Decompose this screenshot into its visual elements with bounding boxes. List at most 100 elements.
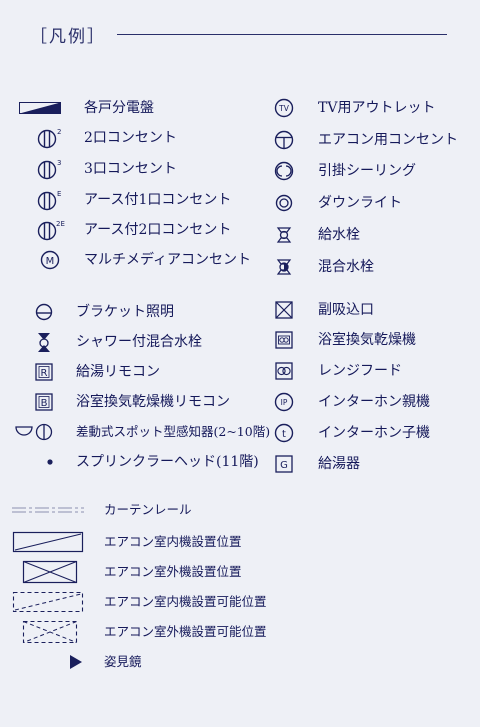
legend-item-ceiling-light: 引掛シーリング <box>260 157 480 185</box>
mirror-icon <box>56 648 96 676</box>
water-heater-icon: G <box>264 450 304 478</box>
legend-label: エアコン室外機設置可能位置 <box>104 624 267 639</box>
legend-label: ダウンライト <box>318 195 402 211</box>
legend-item-sprinkler: スプリンクラーヘッド(11階) <box>0 448 280 476</box>
legend-label: 副吸込口 <box>318 302 374 318</box>
aircon-indoor-possible-icon <box>12 588 84 616</box>
legend-item-aircon-indoor: エアコン室内機設置位置 <box>0 528 300 556</box>
legend-item-distribution-board: 各戸分電盤 <box>0 94 240 122</box>
aircon-indoor-icon <box>12 528 84 556</box>
outlet-sup: 2E <box>56 220 65 228</box>
legend-item-mixing-faucet: 混合水栓 <box>260 253 480 281</box>
legend-label: アース付1口コンセント <box>84 192 232 208</box>
legend-item-heat-detector: 差動式スポット型感知器(2~10階) <box>0 418 280 446</box>
legend-item-tv-outlet: TV TV用アウトレット <box>260 94 480 122</box>
legend-item-outlet-2: 2 2口コンセント <box>0 124 240 152</box>
bath-dryer-icon <box>264 326 304 354</box>
icon-letter: M <box>46 256 55 267</box>
legend-item-water-faucet: 給水栓 <box>260 221 480 249</box>
downlight-icon <box>264 189 304 217</box>
outlet-sup: 3 <box>57 159 61 167</box>
icon-letter: TV <box>278 104 290 113</box>
legend-item-aircon-outdoor-possible: エアコン室外機設置可能位置 <box>0 618 320 646</box>
outlet-2-icon: 2 <box>30 124 70 152</box>
legend-label: 姿見鏡 <box>104 654 142 669</box>
water-heater-remote-icon: R <box>24 358 64 386</box>
shower-faucet-icon <box>24 328 64 356</box>
heat-detector-icon <box>10 418 60 446</box>
legend-label: エアコン室外機設置位置 <box>104 564 242 579</box>
legend-label: 混合水栓 <box>318 259 374 275</box>
curtain-rail-icon <box>12 496 84 524</box>
legend-label: 引掛シーリング <box>318 163 416 179</box>
legend-item-bracket-light: ブラケット照明 <box>0 298 240 326</box>
range-hood-icon <box>264 357 304 385</box>
legend-item-outlet-earth-2: 2E アース付2口コンセント <box>0 216 240 244</box>
legend-label: 給水栓 <box>318 227 360 243</box>
legend-item-water-heater: G 給湯器 <box>260 450 480 478</box>
legend-label: カーテンレール <box>104 502 192 517</box>
bracket-light-icon <box>24 298 64 326</box>
legend-label: エアコン室内機設置位置 <box>104 534 242 549</box>
legend-label: シャワー付混合水栓 <box>76 334 202 350</box>
legend-label: 給湯器 <box>318 456 360 472</box>
legend-label: 差動式スポット型感知器(2~10階) <box>76 424 271 439</box>
legend-item-aircon-indoor-possible: エアコン室内機設置可能位置 <box>0 588 320 616</box>
legend-item-outlet-earth-1: E アース付1口コンセント <box>0 186 240 214</box>
legend-item-aircon-outlet: エアコン用コンセント <box>260 126 480 154</box>
legend-label: 給湯リモコン <box>76 364 160 380</box>
legend-item-bath-dryer: 浴室換気乾燥機 <box>260 326 480 354</box>
icon-letter: IP <box>281 398 288 407</box>
icon-letter: G <box>280 460 288 471</box>
aircon-outdoor-icon <box>22 558 78 586</box>
legend-label: TV用アウトレット <box>318 100 436 116</box>
bath-dryer-remote-icon: B <box>24 388 64 416</box>
intercom-sub-icon: t <box>264 419 304 447</box>
legend-label: インターホン親機 <box>318 394 430 410</box>
ceiling-light-icon <box>264 157 304 185</box>
legend-label: エアコン室内機設置可能位置 <box>104 594 267 609</box>
legend-label: スプリンクラーヘッド(11階) <box>76 454 259 470</box>
water-faucet-icon <box>264 221 304 249</box>
legend-label: アース付2口コンセント <box>84 222 232 238</box>
legend-item-downlight: ダウンライト <box>260 189 480 217</box>
multimedia-outlet-icon: M <box>30 246 70 274</box>
outlet-sup: E <box>57 190 61 198</box>
legend-item-shower-faucet: シャワー付混合水栓 <box>0 328 240 356</box>
legend-label: エアコン用コンセント <box>318 132 458 148</box>
legend-label: ブラケット照明 <box>76 304 174 320</box>
legend-item-bath-dryer-remote: B 浴室換気乾燥機リモコン <box>0 388 260 416</box>
legend-label: インターホン子機 <box>318 425 430 441</box>
icon-letter: B <box>41 398 48 409</box>
legend-label: 浴室換気乾燥機リモコン <box>76 394 230 410</box>
legend-label: 3口コンセント <box>84 161 177 177</box>
sprinkler-icon <box>30 448 70 476</box>
title-rule <box>117 34 447 35</box>
legend-label: 浴室換気乾燥機 <box>318 332 416 348</box>
legend-item-mirror: 姿見鏡 <box>0 648 300 676</box>
legend-label: 2口コンセント <box>84 130 177 146</box>
outlet-earth-2-icon: 2E <box>30 216 70 244</box>
legend-item-aircon-outdoor: エアコン室外機設置位置 <box>0 558 300 586</box>
legend-item-water-heater-remote: R 給湯リモコン <box>0 358 240 386</box>
legend-label: 各戸分電盤 <box>84 100 154 116</box>
aircon-outlet-icon <box>264 126 304 154</box>
legend-label: マルチメディアコンセント <box>84 252 252 268</box>
icon-letter: t <box>282 429 286 440</box>
legend-title: ［凡例］ <box>30 27 106 47</box>
icon-letter: R <box>41 368 48 379</box>
mixing-faucet-icon <box>264 253 304 281</box>
distribution-board-icon <box>18 94 62 122</box>
legend-item-curtain-rail: カーテンレール <box>0 496 300 524</box>
legend-item-range-hood: レンジフード <box>260 357 480 385</box>
sub-intake-icon <box>264 296 304 324</box>
outlet-3-icon: 3 <box>30 155 70 183</box>
legend-label: レンジフード <box>318 363 402 379</box>
aircon-outdoor-possible-icon <box>22 618 78 646</box>
legend-item-intercom-sub: t インターホン子機 <box>260 419 480 447</box>
tv-outlet-icon: TV <box>264 94 304 122</box>
legend-item-intercom-main: IP インターホン親機 <box>260 388 480 416</box>
outlet-sup: 2 <box>57 128 61 136</box>
legend-item-sub-intake: 副吸込口 <box>260 296 480 324</box>
outlet-earth-1-icon: E <box>30 186 70 214</box>
